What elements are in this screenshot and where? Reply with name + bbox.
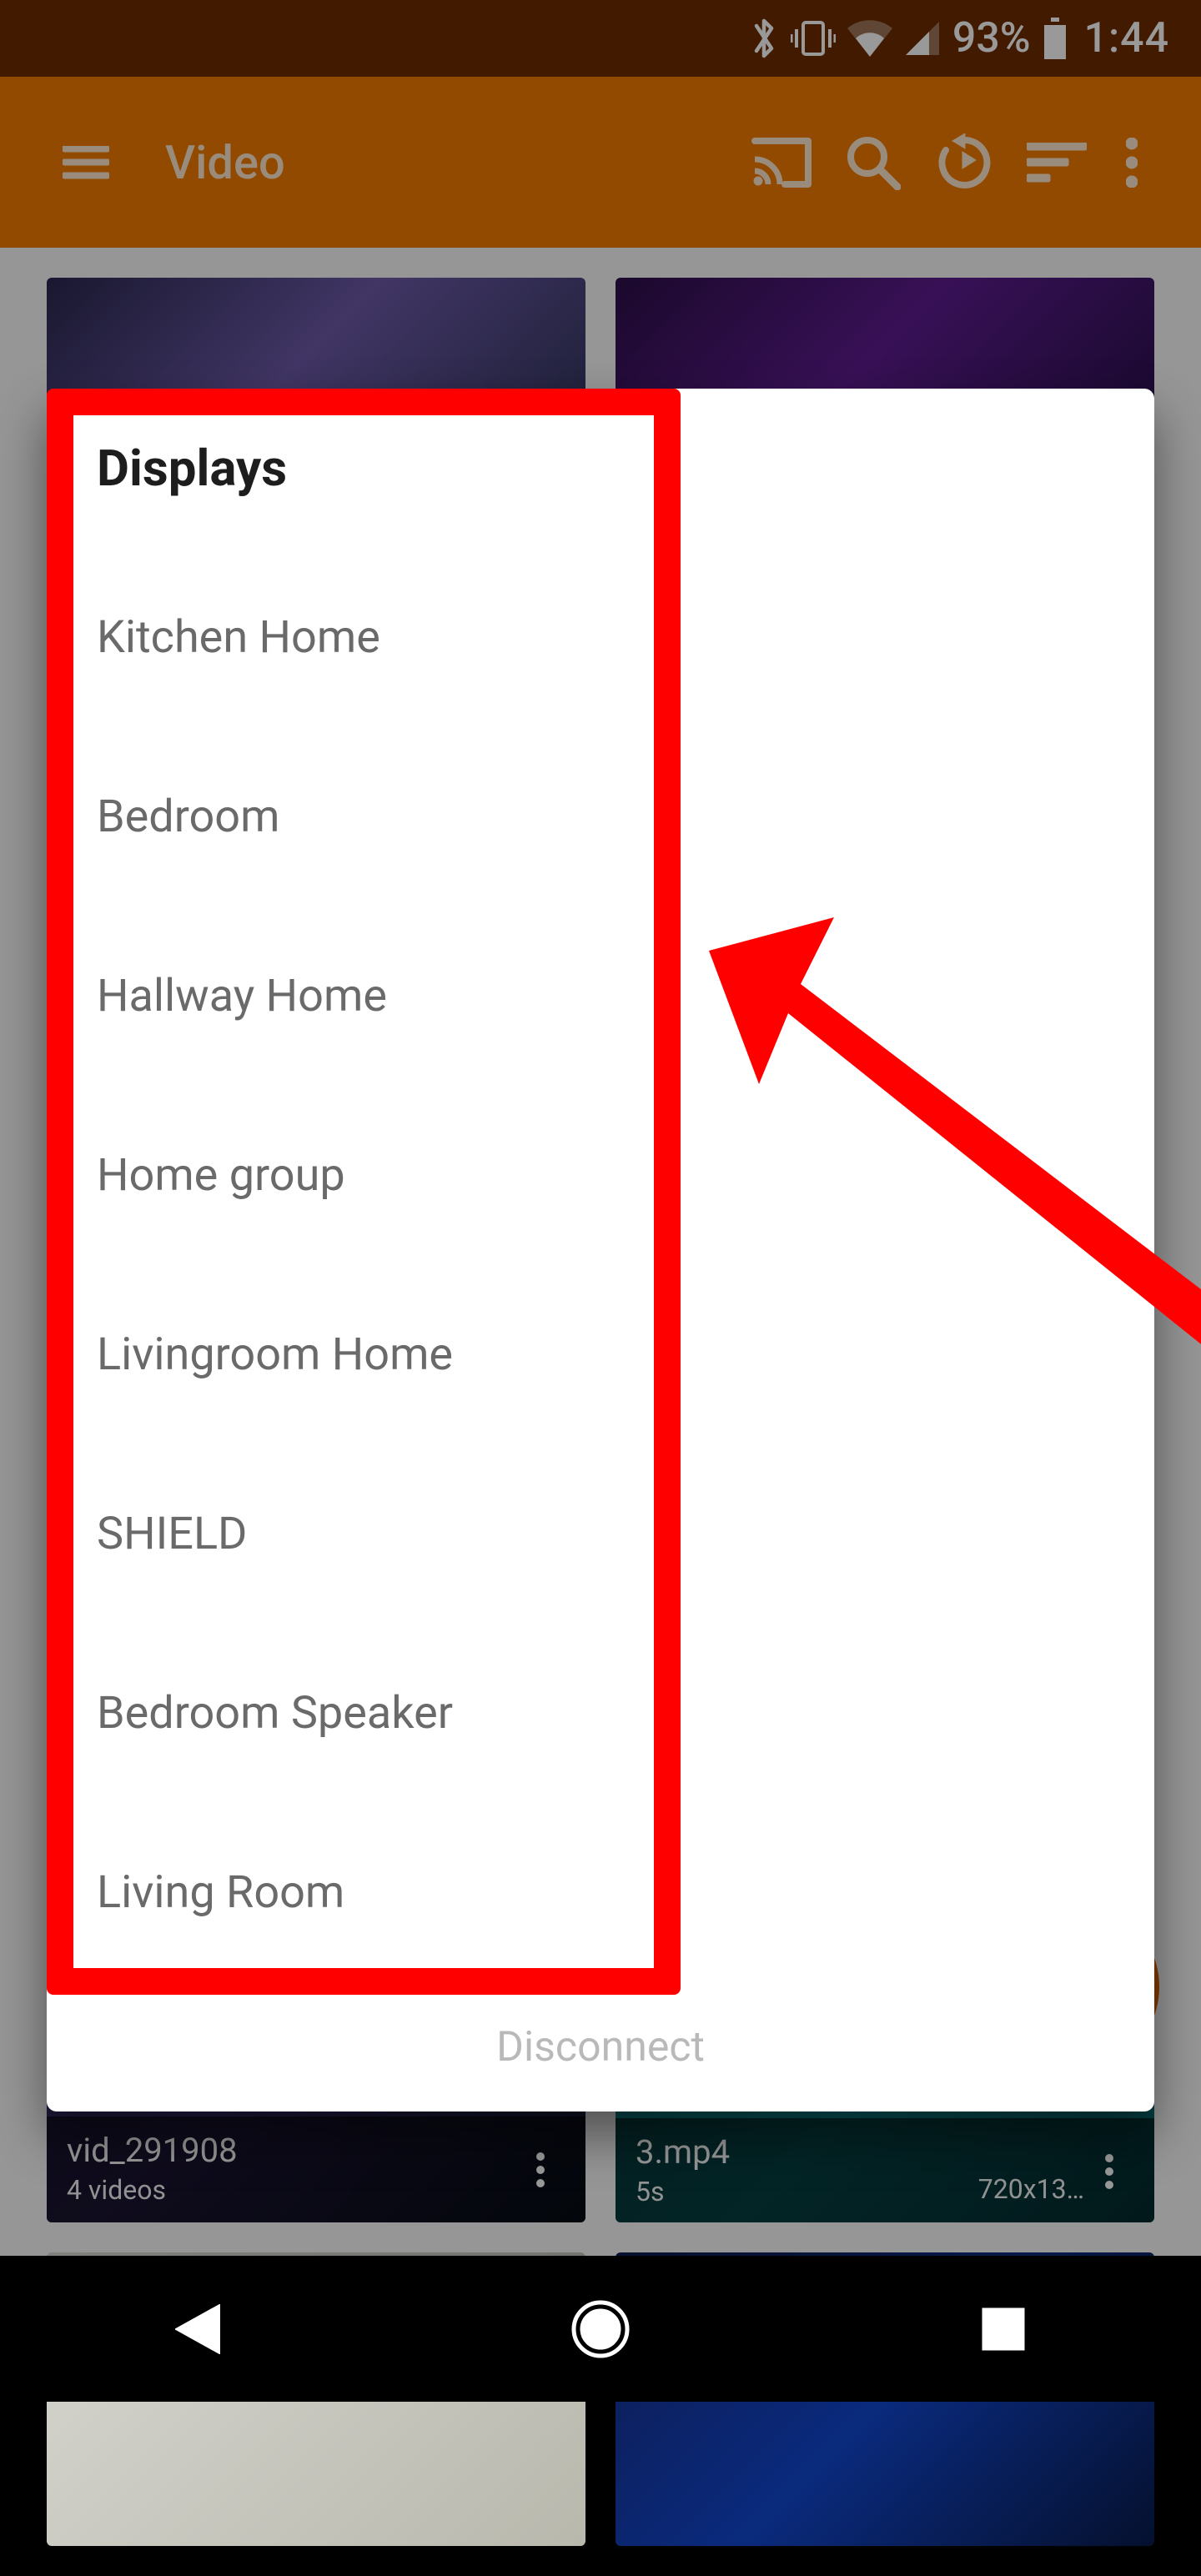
cast-target-item[interactable]: Home group bbox=[97, 1086, 1104, 1265]
cast-target-item[interactable]: Living Room bbox=[97, 1803, 1104, 1982]
cast-target-item[interactable]: Bedroom Speaker bbox=[97, 1624, 1104, 1803]
system-nav-bar bbox=[0, 2256, 1201, 2402]
cast-target-item[interactable]: Kitchen Home bbox=[97, 548, 1104, 727]
cast-displays-dialog: Displays Kitchen HomeBedroomHallway Home… bbox=[47, 389, 1154, 2112]
nav-back-button[interactable] bbox=[175, 2304, 220, 2354]
nav-recents-button[interactable] bbox=[981, 2307, 1026, 2352]
dialog-title: Displays bbox=[97, 439, 1104, 498]
disconnect-button[interactable]: Disconnect bbox=[496, 2023, 705, 2071]
cast-target-item[interactable]: Hallway Home bbox=[97, 906, 1104, 1086]
cast-target-item[interactable]: Livingroom Home bbox=[97, 1265, 1104, 1444]
cast-target-item[interactable]: SHIELD bbox=[97, 1444, 1104, 1624]
cast-target-item[interactable]: Bedroom bbox=[97, 727, 1104, 906]
nav-home-button[interactable] bbox=[571, 2300, 630, 2358]
